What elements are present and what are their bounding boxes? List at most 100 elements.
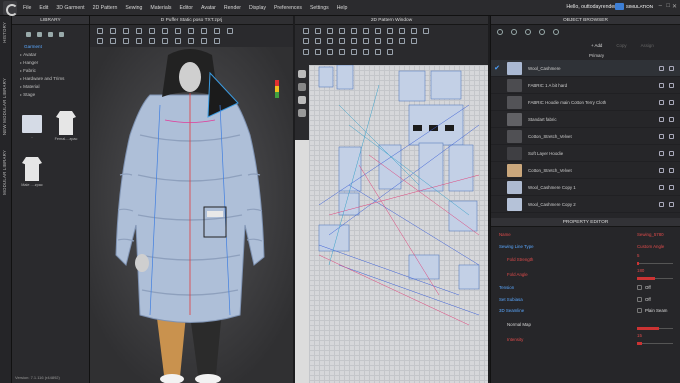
2d-tool-icon[interactable] (399, 38, 405, 44)
fabric-apply-icon[interactable] (659, 82, 664, 88)
puckering-tab-icon[interactable] (553, 29, 559, 35)
2d-tool-icon[interactable] (327, 28, 333, 34)
property-row[interactable]: Name Sewing_5780 (491, 229, 680, 241)
upload-icon[interactable] (26, 31, 31, 37)
2d-tool-icon[interactable] (387, 49, 393, 55)
2d-tool-icon[interactable] (315, 28, 321, 34)
2d-tool-icon[interactable] (411, 28, 417, 34)
2d-tool-icon[interactable] (315, 38, 321, 44)
3d-viewport[interactable] (90, 25, 293, 383)
2d-tool-icon[interactable] (351, 38, 357, 44)
fabric-row[interactable]: Cotton_Stretch_Velvet (491, 128, 680, 145)
2d-tool-icon[interactable] (375, 28, 381, 34)
trace-tool-icon[interactable] (298, 96, 306, 104)
fabric-menu-icon[interactable] (669, 201, 674, 207)
menu-item-render[interactable]: Render (224, 5, 241, 11)
fabric-menu-icon[interactable] (669, 150, 674, 156)
fabric-row[interactable]: Soft Layer Hoodie (491, 145, 680, 162)
fabric-apply-icon[interactable] (659, 133, 664, 139)
2d-tool-icon[interactable] (303, 38, 309, 44)
simulation-mode-button[interactable]: SIMULATION (614, 3, 653, 10)
fabric-apply-icon[interactable] (659, 65, 664, 71)
tab-new-modular-library[interactable]: NEW MODULAR LIBRARY (2, 78, 7, 135)
menu-item-3d-garment[interactable]: 3D Garment (56, 5, 84, 11)
fabric-tab-icon[interactable] (497, 29, 503, 35)
library-tree-item[interactable]: Hanger (16, 59, 89, 67)
property-value[interactable]: 5 (637, 253, 639, 258)
2d-tool-icon[interactable] (387, 38, 393, 44)
2d-tool-icon[interactable] (363, 38, 369, 44)
2d-tool-icon[interactable] (423, 28, 429, 34)
fabric-row[interactable]: Wool_Cashmere Copy 1 (491, 179, 680, 196)
property-toggle[interactable] (637, 308, 642, 314)
grid-view-icon[interactable] (59, 31, 64, 37)
fabric-menu-icon[interactable] (669, 116, 674, 122)
2d-tool-icon[interactable] (315, 49, 321, 55)
menu-item-display[interactable]: Display (249, 5, 266, 11)
copy-button[interactable]: Copy (616, 43, 626, 48)
fabric-apply-icon[interactable] (659, 99, 664, 105)
2d-tool-icon[interactable] (339, 49, 345, 55)
menu-item-file[interactable]: File (23, 5, 31, 11)
property-slider[interactable] (637, 262, 673, 265)
fabric-row[interactable]: Cotton_Stretch_Velvet (491, 162, 680, 179)
2d-tool-icon[interactable] (399, 28, 405, 34)
fabric-menu-icon[interactable] (669, 133, 674, 139)
fabric-menu-icon[interactable] (669, 82, 674, 88)
property-value[interactable]: Off (645, 297, 651, 302)
fabric-menu-icon[interactable] (669, 99, 674, 105)
2d-tool-icon[interactable] (351, 28, 357, 34)
2d-tool-icon[interactable] (375, 49, 381, 55)
property-row[interactable]: Tension Off (491, 282, 680, 294)
folder-icon[interactable] (37, 31, 42, 37)
property-value[interactable]: Sewing_5780 (637, 232, 664, 237)
library-tree-item[interactable]: Fabric (16, 67, 89, 75)
button-tab-icon[interactable] (511, 29, 517, 35)
property-row[interactable]: Intensity 15 (491, 332, 680, 347)
library-tree-item[interactable]: Garment (16, 43, 89, 51)
2d-tool-icon[interactable] (327, 49, 333, 55)
topstitch-tab-icon[interactable] (539, 29, 545, 35)
sewing-tool-icon[interactable] (298, 109, 306, 117)
property-toggle[interactable] (637, 285, 642, 291)
property-toggle[interactable] (637, 296, 642, 302)
library-tree-item[interactable]: Stage (16, 91, 89, 99)
fabric-apply-icon[interactable] (659, 116, 664, 122)
2d-pattern-window[interactable]: 2D Pattern Window (295, 16, 488, 383)
property-value[interactable]: Custom Angle (637, 244, 664, 249)
property-slider[interactable] (637, 277, 673, 280)
property-value[interactable]: Plain Seam (645, 308, 667, 313)
property-value[interactable]: 15 (637, 333, 642, 338)
pattern-grid[interactable] (309, 64, 488, 383)
property-row[interactable]: Set Subiasa Off (491, 294, 680, 306)
3d-garment-window[interactable]: D Puffer Static poso TXT.zprj (90, 16, 293, 383)
2d-tool-icon[interactable] (363, 49, 369, 55)
2d-tool-icon[interactable] (339, 28, 345, 34)
library-file[interactable]: Male ....zpac (18, 157, 46, 199)
2d-tool-icon[interactable] (387, 28, 393, 34)
2d-tool-icon[interactable] (363, 28, 369, 34)
library-tree-item[interactable]: Avatar (16, 51, 89, 59)
pattern-tool-icon[interactable] (298, 70, 306, 78)
property-row[interactable]: 3D Seamline Plain Seam (491, 305, 680, 317)
2d-tool-icon[interactable] (351, 49, 357, 55)
2d-tool-icon[interactable] (339, 38, 345, 44)
2d-tool-icon[interactable] (375, 38, 381, 44)
property-row[interactable]: Fold Angle 180 (491, 267, 680, 282)
tab-history[interactable]: HISTORY (2, 22, 7, 43)
2d-tool-icon[interactable] (303, 49, 309, 55)
tab-modular-library[interactable]: MODULAR LIBRARY (2, 150, 7, 195)
buttonhole-tab-icon[interactable] (525, 29, 531, 35)
menu-item-editor[interactable]: Editor (179, 5, 193, 11)
list-view-icon[interactable] (48, 31, 53, 37)
library-file[interactable]: Femal....zpac (52, 111, 80, 153)
add-button[interactable]: + Add (591, 43, 602, 48)
edit-tool-icon[interactable] (298, 83, 306, 91)
property-value[interactable]: 180 (637, 268, 644, 273)
fabric-menu-icon[interactable] (669, 184, 674, 190)
menu-item-help[interactable]: Help (337, 5, 348, 11)
fabric-menu-icon[interactable] (669, 65, 674, 71)
property-slider[interactable] (637, 341, 673, 345)
2d-tool-icon[interactable] (411, 38, 417, 44)
property-value[interactable]: Off (645, 285, 651, 290)
